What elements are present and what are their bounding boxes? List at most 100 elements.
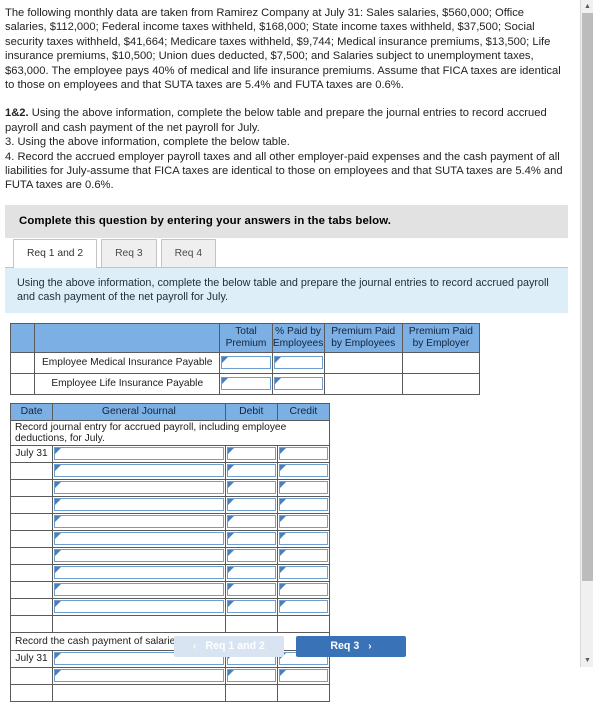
premium-header-pct-paid-l2: Employees [272,337,324,349]
table-row [9,495,331,514]
journal-s0-r3-debit-cell[interactable] [224,495,278,514]
journal-s0-r4-debit-input[interactable] [226,515,276,529]
premium-row-1-pct-paid-input[interactable] [273,377,323,391]
journal-s1-r1-account-input[interactable] [54,669,224,683]
journal-s0-r1-credit-cell[interactable] [276,461,331,480]
journal-s0-r8-debit-cell[interactable] [224,580,278,599]
journal-s0-r9-credit-cell[interactable] [276,597,331,616]
journal-s0-r1-credit-input[interactable] [278,464,328,478]
scrollbar-thumb[interactable] [582,13,593,581]
journal-s0-r9-account-input[interactable] [54,600,224,614]
journal-s0-r9-debit-input[interactable] [226,600,276,614]
journal-s0-r6-debit-input[interactable] [226,549,276,563]
journal-s0-r3-account-cell[interactable] [52,495,226,514]
premium-row-1-paid-by-employer [401,372,481,395]
next-req-3-button[interactable]: Req 3 › [296,636,406,657]
journal-s0-r8-date [9,580,54,599]
scroll-down-arrow-icon[interactable]: ▼ [581,654,593,667]
premium-row-1-total-premium-input[interactable] [221,377,271,391]
journal-s0-r7-debit-input[interactable] [226,566,276,580]
journal-s0-r5-account-cell[interactable] [52,529,226,548]
journal-s1-r1-credit-cell[interactable] [276,666,331,685]
journal-s0-r5-account-input[interactable] [54,532,224,546]
journal-s1-r1-account-cell[interactable] [52,666,226,685]
journal-s0-r0-debit-cell[interactable] [224,444,278,463]
journal-s0-r4-debit-cell[interactable] [224,512,278,531]
navigation-footer: ‹ Req 1 and 2 Req 3 › [0,636,580,657]
journal-s0-r1-debit-cell[interactable] [224,461,278,480]
journal-s0-r0-debit-input[interactable] [226,447,276,461]
tab-req-4[interactable]: Req 4 [160,238,217,267]
journal-s1-r1-debit-cell[interactable] [224,666,278,685]
journal-s0-r7-debit-cell[interactable] [224,563,278,582]
journal-s0-r7-account-cell[interactable] [52,563,226,582]
journal-s0-r1-date [9,461,54,480]
journal-s0-r1-debit-input[interactable] [226,464,276,478]
journal-s0-r5-credit-cell[interactable] [276,529,331,548]
premium-header-paid-by-employees-l2: by Employees [331,337,396,349]
premium-row-1-pct-paid-cell[interactable] [271,372,325,395]
journal-s0-r4-account-cell[interactable] [52,512,226,531]
tab-strip: Req 1 and 2 Req 3 Req 4 [5,238,568,268]
requirement-4: 4. Record the accrued employer payroll t… [5,150,563,192]
journal-s0-r5-credit-input[interactable] [278,532,328,546]
journal-s0-r6-account-input[interactable] [54,549,224,563]
journal-s0-r3-credit-input[interactable] [278,498,328,512]
journal-s0-r0-account-input[interactable] [54,447,224,461]
journal-s0-r2-debit-cell[interactable] [224,478,278,497]
table-row: Employee Life Insurance Payable [9,372,481,395]
journal-s0-r7-credit-cell[interactable] [276,563,331,582]
journal-s0-r4-account-input[interactable] [54,515,224,529]
journal-s0-r9-credit-input[interactable] [278,600,328,614]
next-button-label: Req 3 [330,640,360,652]
journal-s0-r3-debit-input[interactable] [226,498,276,512]
prev-req-1-and-2-button[interactable]: ‹ Req 1 and 2 [174,636,284,657]
journal-s0-r8-account-cell[interactable] [52,580,226,599]
scroll-up-arrow-icon[interactable]: ▲ [581,0,593,13]
premium-row-0-pct-paid-input[interactable] [273,356,323,370]
journal-s0-r2-credit-cell[interactable] [276,478,331,497]
premium-row-1-total-premium-cell[interactable] [219,372,273,395]
journal-s0-r0-credit-input[interactable] [278,447,328,461]
journal-s0-r4-date [9,512,54,531]
vertical-scrollbar[interactable]: ▲ ▼ [580,0,593,667]
journal-s0-r7-credit-input[interactable] [278,566,328,580]
journal-s0-r1-account-input[interactable] [54,464,224,478]
journal-s0-r8-credit-input[interactable] [278,583,328,597]
journal-s0-r1-account-cell[interactable] [52,461,226,480]
journal-s1-r1-debit-input[interactable] [226,669,276,683]
journal-s0-r9-debit-cell[interactable] [224,597,278,616]
journal-s0-r6-debit-cell[interactable] [224,546,278,565]
journal-s0-r0-credit-cell[interactable] [276,444,331,463]
journal-header-date: Date [9,402,54,421]
journal-s0-r2-account-cell[interactable] [52,478,226,497]
journal-s0-r9-account-cell[interactable] [52,597,226,616]
journal-s0-r8-account-input[interactable] [54,583,224,597]
premium-row-0-total-premium-input[interactable] [221,356,271,370]
premium-row-0-total-premium-cell[interactable] [219,351,273,374]
journal-s0-r2-credit-input[interactable] [278,481,328,495]
premium-row-0-pct-paid-cell[interactable] [271,351,325,374]
journal-s0-r4-credit-cell[interactable] [276,512,331,531]
journal-section-1-spacer-row [9,683,331,702]
premium-header-paid-by-employer-l1: Premium Paid [408,326,473,338]
journal-s0-r7-account-input[interactable] [54,566,224,580]
journal-s1-r1-credit-input[interactable] [278,669,328,683]
journal-s0-r5-debit-cell[interactable] [224,529,278,548]
tab-req-3[interactable]: Req 3 [101,238,157,267]
journal-s0-r3-account-input[interactable] [54,498,224,512]
journal-s0-r2-account-input[interactable] [54,481,224,495]
tab-req-1-and-2[interactable]: Req 1 and 2 [13,238,98,268]
journal-section-0-title: Record journal entry for accrued payroll… [10,419,330,446]
journal-s0-r6-credit-input[interactable] [278,549,328,563]
journal-s0-r8-debit-input[interactable] [226,583,276,597]
journal-s0-r6-credit-cell[interactable] [276,546,331,565]
journal-s0-r6-account-cell[interactable] [52,546,226,565]
journal-s0-r2-debit-input[interactable] [226,481,276,495]
journal-s0-r4-credit-input[interactable] [278,515,328,529]
journal-s0-r8-credit-cell[interactable] [276,580,331,599]
journal-s0-r3-credit-cell[interactable] [276,495,331,514]
journal-s0-r0-account-cell[interactable] [52,444,226,463]
journal-s0-r7-date [9,563,54,582]
journal-s0-r5-debit-input[interactable] [226,532,276,546]
